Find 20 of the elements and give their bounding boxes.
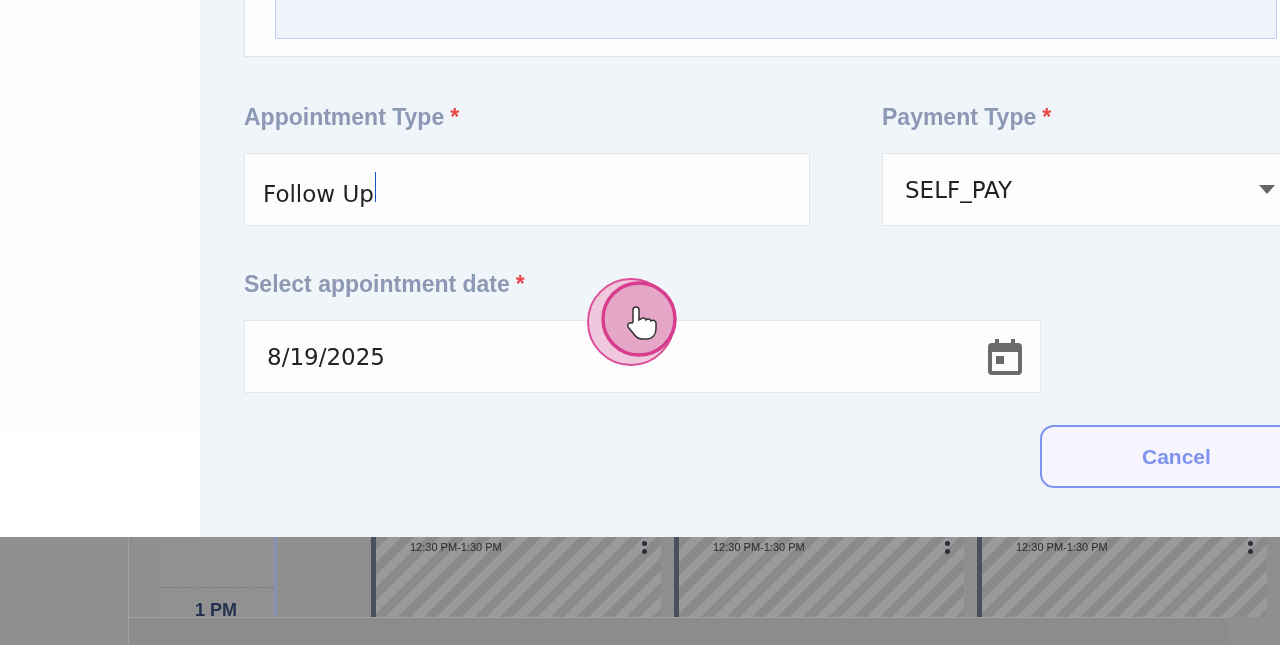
click-indicator-icon	[587, 278, 679, 366]
calendar-icon[interactable]	[988, 338, 1022, 375]
field-label: Select appointment date	[244, 270, 510, 298]
appointment-time: 12:30 PM-1:30 PM	[1016, 541, 1108, 555]
required-mark: *	[450, 103, 460, 131]
appointment-time: 12:30 PM-1:30 PM	[410, 541, 502, 555]
field-label: Payment Type	[882, 103, 1037, 131]
dropdown-arrow-icon	[1259, 185, 1275, 194]
date-field[interactable]: 8/19/2025	[244, 320, 1041, 393]
appointment-block[interactable]: 12:30 PM-1:30 PM	[674, 537, 964, 617]
cancel-button[interactable]: Cancel	[1040, 425, 1280, 488]
input-field[interactable]: Follow Up	[244, 153, 810, 226]
field-label: Appointment Type	[244, 103, 445, 131]
dropdown-field[interactable]: SELF_PAY	[882, 153, 1280, 226]
appointment-block[interactable]: 12:30 PM-1:30 PM	[977, 537, 1267, 617]
appointment-block[interactable]: 12:30 PM-1:30 PM	[371, 537, 661, 617]
appointment-time: 12:30 PM-1:30 PM	[713, 541, 805, 555]
time-label: 1 PM	[195, 600, 237, 621]
required-mark: *	[515, 270, 525, 298]
required-mark: *	[1042, 103, 1052, 131]
